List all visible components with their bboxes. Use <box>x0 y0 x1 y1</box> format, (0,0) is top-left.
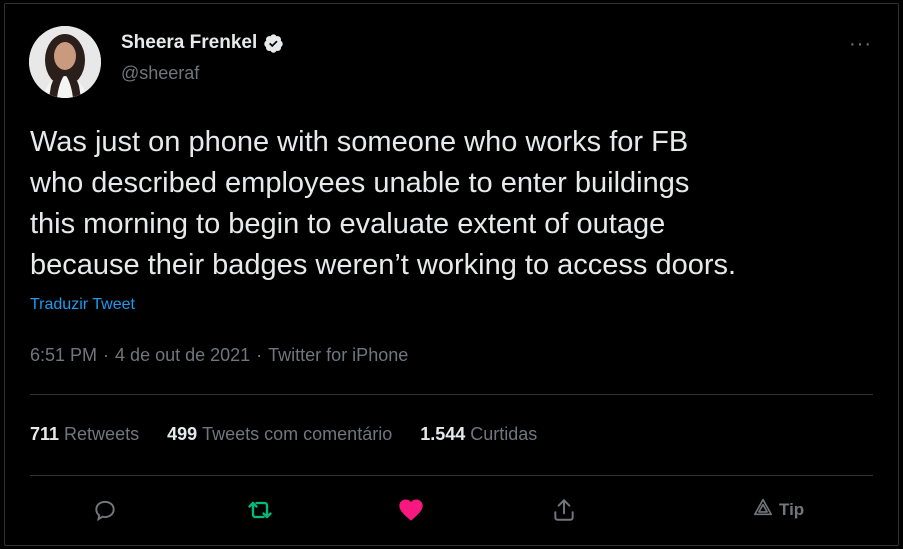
share-icon[interactable] <box>546 492 582 528</box>
meta-separator: · <box>256 345 263 365</box>
engagement-stats: 711 Retweets 499 Tweets com comentário 1.5… <box>30 424 537 445</box>
quote-tweets-stat[interactable]: 499 Tweets com comentário <box>167 424 392 445</box>
author-handle[interactable]: @sheeraf <box>121 63 199 84</box>
retweets-label: Retweets <box>64 424 140 444</box>
meta-separator: · <box>103 345 110 365</box>
tweet-time[interactable]: 6:51 PM <box>30 345 97 366</box>
tweet-card: Sheera Frenkel @sheeraf ··· Was just on … <box>4 3 899 546</box>
translate-tweet-link[interactable]: Traduzir Tweet <box>30 296 135 314</box>
avatar[interactable] <box>29 26 101 98</box>
tweet-source[interactable]: Twitter for iPhone <box>268 345 408 366</box>
reply-icon[interactable] <box>87 492 123 528</box>
quote-tweets-count: 499 <box>167 424 198 444</box>
verified-badge-icon <box>263 33 284 54</box>
tweet-metadata: 6:51 PM · 4 de out de 2021 · Twitter for… <box>30 345 408 366</box>
tip-button[interactable]: Tip <box>753 498 804 521</box>
likes-count: 1.544 <box>420 424 466 444</box>
divider <box>30 475 873 476</box>
retweets-count: 711 <box>30 424 60 444</box>
more-icon[interactable]: ··· <box>849 33 872 56</box>
author-name-row: Sheera Frenkel <box>121 32 284 54</box>
tip-label: Tip <box>779 499 805 519</box>
retweets-stat[interactable]: 711 Retweets <box>30 424 139 445</box>
author-name[interactable]: Sheera Frenkel <box>121 32 257 54</box>
tweet-date[interactable]: 4 de out de 2021 <box>115 345 250 366</box>
tip-icon <box>753 498 773 521</box>
retweet-icon[interactable] <box>242 492 278 528</box>
divider <box>30 394 873 395</box>
likes-stat[interactable]: 1.544 Curtidas <box>420 424 537 445</box>
action-bar: Tip <box>5 482 900 538</box>
like-icon[interactable] <box>393 492 429 528</box>
quote-tweets-label: Tweets com comentário <box>202 424 393 444</box>
tweet-text: Was just on phone with someone who works… <box>30 126 737 281</box>
likes-label: Curtidas <box>470 424 538 444</box>
